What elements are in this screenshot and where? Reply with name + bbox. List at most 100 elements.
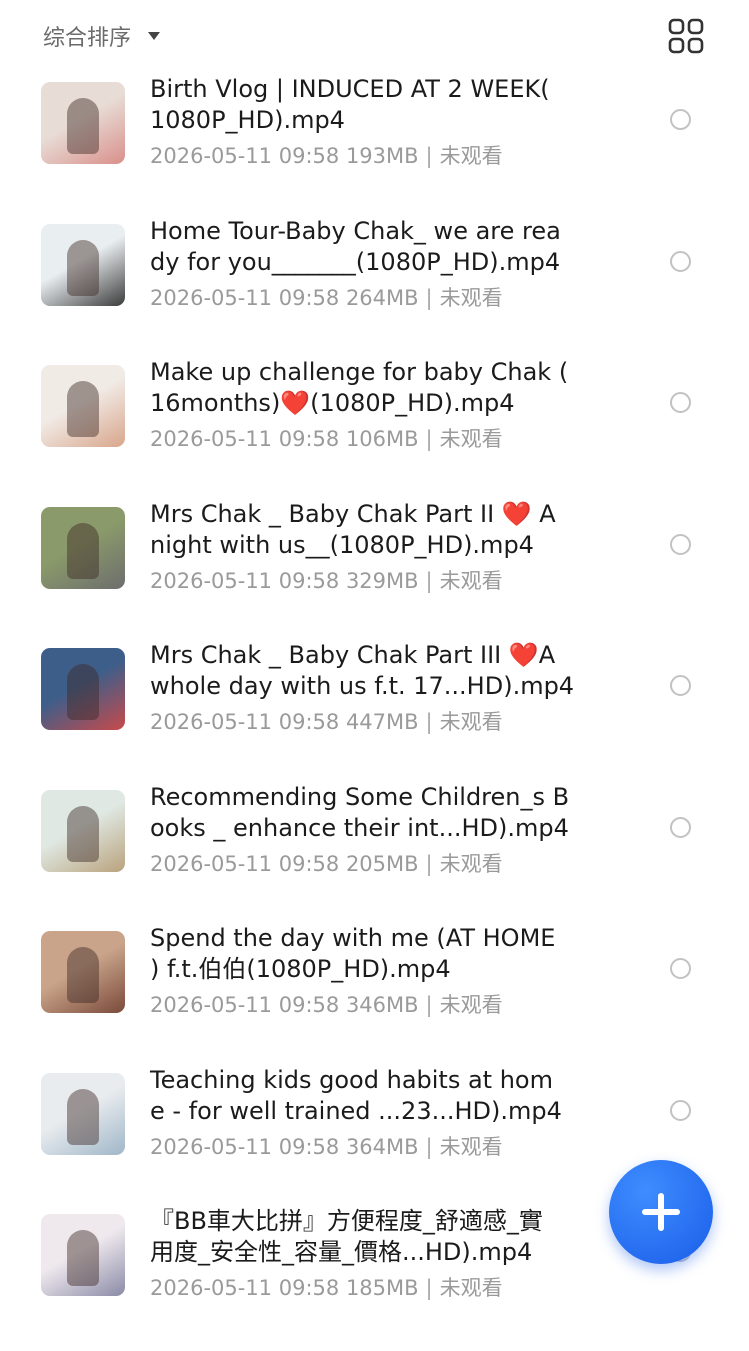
video-title: Birth Vlog | INDUCED AT 2 WEEK( 1080P_HD… [150,75,550,134]
meta-divider: | [425,1135,433,1159]
video-list-item[interactable]: Home Tour-Baby Chak_ we are rea dy for y… [0,217,749,361]
watch-status: 未观看 [439,286,503,310]
video-title: Spend the day with me (AT HOME ) f.t.伯伯(… [150,924,556,983]
thumbnail-figure [67,98,99,154]
plus-icon [642,1193,680,1231]
select-radio[interactable] [670,392,691,413]
sort-dropdown[interactable]: 综合排序 [43,18,161,54]
video-thumbnail [41,365,125,447]
video-date: 2026-05-11 09:58 [150,1276,340,1300]
video-list-item[interactable]: Birth Vlog | INDUCED AT 2 WEEK( 1080P_HD… [0,75,749,219]
video-date: 2026-05-11 09:58 [150,1135,340,1159]
video-size: 346MB [345,993,419,1017]
video-thumbnail [41,507,125,589]
video-meta: 2026-05-11 09:58 329MB | 未观看 [150,565,503,595]
video-meta: 2026-05-11 09:58 106MB | 未观看 [150,423,503,453]
select-radio[interactable] [670,1100,691,1121]
meta-gap [339,427,346,451]
meta-divider: | [425,993,433,1017]
thumbnail-figure [67,523,99,579]
select-radio[interactable] [670,534,691,555]
meta-divider: | [425,852,433,876]
video-list-item[interactable]: Recommending Some Children_s B ooks _ en… [0,783,749,927]
video-title: Recommending Some Children_s B ooks _ en… [150,783,570,842]
video-size: 364MB [345,1135,419,1159]
video-thumbnail [41,1214,125,1296]
video-size: 447MB [345,710,419,734]
watch-status: 未观看 [439,569,503,593]
video-size: 185MB [345,1276,419,1300]
meta-gap [339,1135,346,1159]
video-list-item[interactable]: Make up challenge for baby Chak ( 16mont… [0,358,749,502]
watch-status: 未观看 [439,427,503,451]
watch-status: 未观看 [439,852,503,876]
meta-gap [339,144,346,168]
video-meta: 2026-05-11 09:58 205MB | 未观看 [150,848,503,878]
meta-divider: | [425,569,433,593]
meta-divider: | [425,427,433,451]
video-date: 2026-05-11 09:58 [150,286,340,310]
select-radio[interactable] [670,817,691,838]
watch-status: 未观看 [439,1135,503,1159]
thumbnail-figure [67,664,99,720]
video-meta: 2026-05-11 09:58 447MB | 未观看 [150,706,503,736]
meta-divider: | [425,144,433,168]
video-list: Birth Vlog | INDUCED AT 2 WEEK( 1080P_HD… [0,0,749,1300]
video-title: 『BB車大比拼』方便程度_舒適感_實 用度_安全性_容量_價格...HD).mp… [150,1207,543,1266]
video-thumbnail [41,931,125,1013]
video-thumbnail [41,790,125,872]
add-button[interactable] [609,1160,713,1264]
video-thumbnail [41,648,125,730]
video-list-item[interactable]: Mrs Chak _ Baby Chak Part II ❤️ A night … [0,500,749,644]
meta-gap [339,286,346,310]
watch-status: 未观看 [439,1276,503,1300]
video-list-item[interactable]: Spend the day with me (AT HOME ) f.t.伯伯(… [0,924,749,1068]
top-bar: 综合排序 [0,0,749,72]
sort-label: 综合排序 [43,26,132,51]
meta-gap [339,993,346,1017]
meta-divider: | [425,710,433,734]
meta-divider: | [425,1276,433,1300]
video-thumbnail [41,224,125,306]
thumbnail-figure [67,240,99,296]
select-radio[interactable] [670,958,691,979]
caret-down-icon [148,32,161,40]
video-meta: 2026-05-11 09:58 346MB | 未观看 [150,989,503,1019]
watch-status: 未观看 [439,144,503,168]
thumbnail-figure [67,806,99,862]
thumbnail-figure [67,947,99,1003]
meta-divider: | [425,286,433,310]
video-date: 2026-05-11 09:58 [150,852,340,876]
thumbnail-figure [67,1089,99,1145]
video-thumbnail [41,82,125,164]
watch-status: 未观看 [439,993,503,1017]
video-size: 264MB [345,286,419,310]
video-size: 193MB [345,144,419,168]
select-radio[interactable] [670,109,691,130]
video-list-item[interactable]: Mrs Chak _ Baby Chak Part III ❤️A whole … [0,641,749,785]
video-title: Make up challenge for baby Chak ( 16mont… [150,358,569,417]
video-meta: 2026-05-11 09:58 193MB | 未观看 [150,140,503,170]
thumbnail-figure [67,381,99,437]
video-date: 2026-05-11 09:58 [150,427,340,451]
thumbnail-figure [67,1230,99,1286]
watch-status: 未观看 [439,710,503,734]
video-date: 2026-05-11 09:58 [150,144,340,168]
video-size: 329MB [345,569,419,593]
video-title: Mrs Chak _ Baby Chak Part III ❤️A whole … [150,641,575,700]
video-size: 106MB [345,427,419,451]
video-date: 2026-05-11 09:58 [150,710,340,734]
video-meta: 2026-05-11 09:58 264MB | 未观看 [150,282,503,312]
select-radio[interactable] [670,675,691,696]
meta-gap [339,852,346,876]
video-meta: 2026-05-11 09:58 185MB | 未观看 [150,1272,503,1302]
video-title: Home Tour-Baby Chak_ we are rea dy for y… [150,217,561,276]
meta-gap [339,569,346,593]
select-radio[interactable] [670,251,691,272]
video-size: 205MB [345,852,419,876]
video-date: 2026-05-11 09:58 [150,569,340,593]
video-title: Teaching kids good habits at hom e - for… [150,1066,562,1125]
meta-gap [339,710,346,734]
meta-gap [339,1276,346,1300]
grid-view-icon[interactable] [666,16,706,56]
